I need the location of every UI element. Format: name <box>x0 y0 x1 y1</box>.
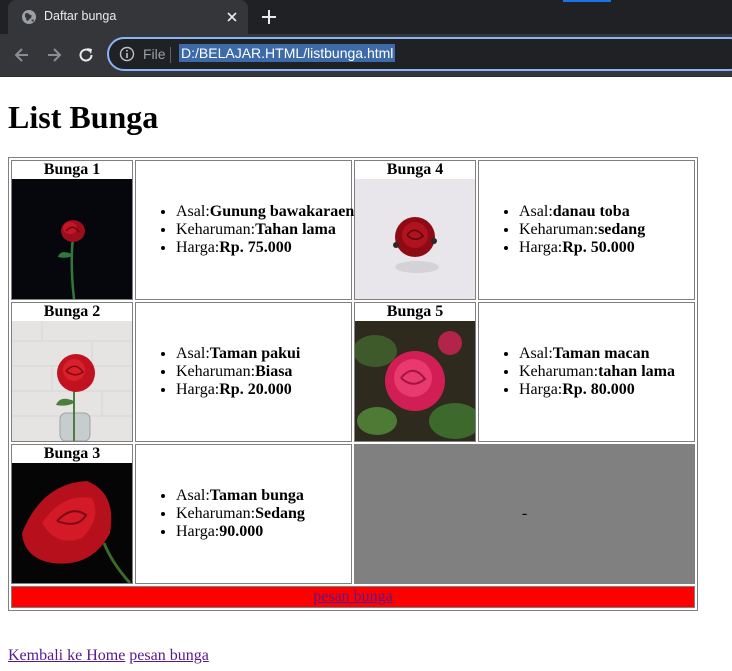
list-item: Harga:Rp. 50.000 <box>519 239 694 257</box>
flower-cell: Bunga 3 <box>11 444 133 584</box>
flower-info-cell: Asal:danau toba Keharuman:sedang Harga:R… <box>478 160 695 300</box>
flower-name: Bunga 3 <box>43 445 101 462</box>
keharuman-label: Keharuman: <box>176 505 256 522</box>
rose-image-3 <box>12 463 132 583</box>
keharuman-value: Tahan lama <box>255 221 336 238</box>
asal-label: Asal: <box>519 203 553 220</box>
flower-details: Asal:Taman bunga Keharuman:Sedang Harga:… <box>136 487 351 541</box>
keharuman-label: Keharuman: <box>176 221 256 238</box>
list-item: Asal:Taman pakui <box>176 345 351 363</box>
harga-label: Harga: <box>176 523 220 540</box>
harga-value: Rp. 20.000 <box>219 381 292 398</box>
flower-cell: Bunga 5 <box>354 302 476 442</box>
list-item: Harga:Rp. 20.000 <box>176 381 351 399</box>
order-row: pesan bunga <box>11 586 695 608</box>
tab-strip: Daftar bunga <box>0 0 732 34</box>
flower-name: Bunga 1 <box>43 161 101 178</box>
keharuman-label: Keharuman: <box>519 363 599 380</box>
list-item: Asal:danau toba <box>519 203 694 221</box>
list-item: Asal:Taman bunga <box>176 487 351 505</box>
harga-value: Rp. 50.000 <box>562 239 635 256</box>
footer-order-link[interactable]: pesan bunga <box>129 647 209 664</box>
address-bar[interactable]: File D:/BELAJAR.HTML/listbunga.html <box>107 37 732 71</box>
asal-value: danau toba <box>552 203 630 220</box>
list-item: Asal:Taman macan <box>519 345 694 363</box>
list-item: Keharuman:Tahan lama <box>176 221 351 239</box>
close-icon[interactable] <box>224 9 240 25</box>
harga-label: Harga: <box>519 381 563 398</box>
asal-value: Taman bunga <box>209 487 304 504</box>
rose-image-5 <box>355 321 475 441</box>
asal-label: Asal: <box>176 203 210 220</box>
flower-table: Bunga 1 Asal:Gunung bawakaraeng Keharuma… <box>8 157 698 611</box>
tab-title: Daftar bunga <box>44 9 117 23</box>
footer-links: Kembali ke Home pesan bunga <box>8 647 209 665</box>
list-item: Harga:Rp. 75.000 <box>176 239 351 257</box>
table-row: Bunga 2 Asal:Taman pakui Keharuman:Biasa <box>11 302 695 442</box>
list-item: Harga:90.000 <box>176 523 351 541</box>
keharuman-value: Biasa <box>255 363 293 380</box>
url-text[interactable]: D:/BELAJAR.HTML/listbunga.html <box>179 44 396 62</box>
harga-label: Harga: <box>176 381 220 398</box>
table-row: Bunga 3 Asal:Taman bunga Keharuman:Sedan… <box>11 444 695 584</box>
harga-value: Rp. 80.000 <box>562 381 635 398</box>
flower-cell: Bunga 2 <box>11 302 133 442</box>
flower-info-cell: Asal:Taman macan Keharuman:tahan lama Ha… <box>478 302 695 442</box>
rose-image-1 <box>12 179 132 299</box>
flower-info-cell: Asal:Taman pakui Keharuman:Biasa Harga:R… <box>135 302 352 442</box>
flower-details: Asal:Taman pakui Keharuman:Biasa Harga:R… <box>136 345 351 399</box>
home-link[interactable]: Kembali ke Home <box>8 647 125 664</box>
list-item: Keharuman:sedang <box>519 221 694 239</box>
keharuman-value: Sedang <box>255 505 305 522</box>
flower-details: Asal:Gunung bawakaraeng Keharuman:Tahan … <box>136 203 362 257</box>
list-item: Asal:Gunung bawakaraeng <box>176 203 362 221</box>
keharuman-label: Keharuman: <box>176 363 256 380</box>
harga-label: Harga: <box>176 239 220 256</box>
table-row: Bunga 1 Asal:Gunung bawakaraeng Keharuma… <box>11 160 695 300</box>
info-icon[interactable] <box>119 46 135 62</box>
asal-label: Asal: <box>176 345 210 362</box>
flower-cell: Bunga 4 <box>354 160 476 300</box>
list-item: Keharuman:tahan lama <box>519 363 694 381</box>
flower-details: Asal:danau toba Keharuman:sedang Harga:R… <box>479 203 694 257</box>
arrow-left-icon[interactable] <box>12 45 32 65</box>
rose-image-4 <box>355 179 475 299</box>
keharuman-value: tahan lama <box>598 363 675 380</box>
asal-value: Taman macan <box>552 345 650 362</box>
flower-name: Bunga 4 <box>386 161 444 178</box>
asal-label: Asal: <box>519 345 553 362</box>
list-item: Keharuman:Biasa <box>176 363 351 381</box>
page-title: List Bunga <box>8 99 159 135</box>
flower-name: Bunga 2 <box>43 303 101 320</box>
order-link[interactable]: pesan bunga <box>313 588 393 605</box>
empty-cell: - <box>354 444 695 584</box>
list-item: Harga:Rp. 80.000 <box>519 381 694 399</box>
harga-label: Harga: <box>519 239 563 256</box>
globe-icon <box>22 10 36 24</box>
flower-cell: Bunga 1 <box>11 160 133 300</box>
scheme-label: File <box>143 46 166 62</box>
list-item: Keharuman:Sedang <box>176 505 351 523</box>
flower-name: Bunga 5 <box>386 303 444 320</box>
plus-icon[interactable] <box>260 8 278 26</box>
asal-value: Gunung bawakaraeng <box>209 203 363 220</box>
flower-info-cell: Asal:Gunung bawakaraeng Keharuman:Tahan … <box>135 160 362 300</box>
harga-value: 90.000 <box>219 523 264 540</box>
asal-value: Taman pakui <box>209 345 301 362</box>
keharuman-label: Keharuman: <box>519 221 599 238</box>
flower-details: Asal:Taman macan Keharuman:tahan lama Ha… <box>479 345 694 399</box>
reload-icon[interactable] <box>76 45 96 65</box>
order-cell: pesan bunga <box>11 586 695 608</box>
rose-image-2 <box>12 321 132 441</box>
empty-cell-text: - <box>521 505 528 522</box>
asal-label: Asal: <box>176 487 210 504</box>
flower-info-cell: Asal:Taman bunga Keharuman:Sedang Harga:… <box>135 444 352 584</box>
browser-toolbar: File D:/BELAJAR.HTML/listbunga.html <box>0 34 732 77</box>
arrow-right-icon[interactable] <box>44 45 64 65</box>
tab-daftar-bunga[interactable]: Daftar bunga <box>8 0 248 34</box>
keharuman-value: sedang <box>598 221 646 238</box>
omnibox-divider <box>170 47 171 63</box>
harga-value: Rp. 75.000 <box>219 239 292 256</box>
tabstrip-accent <box>563 0 611 2</box>
